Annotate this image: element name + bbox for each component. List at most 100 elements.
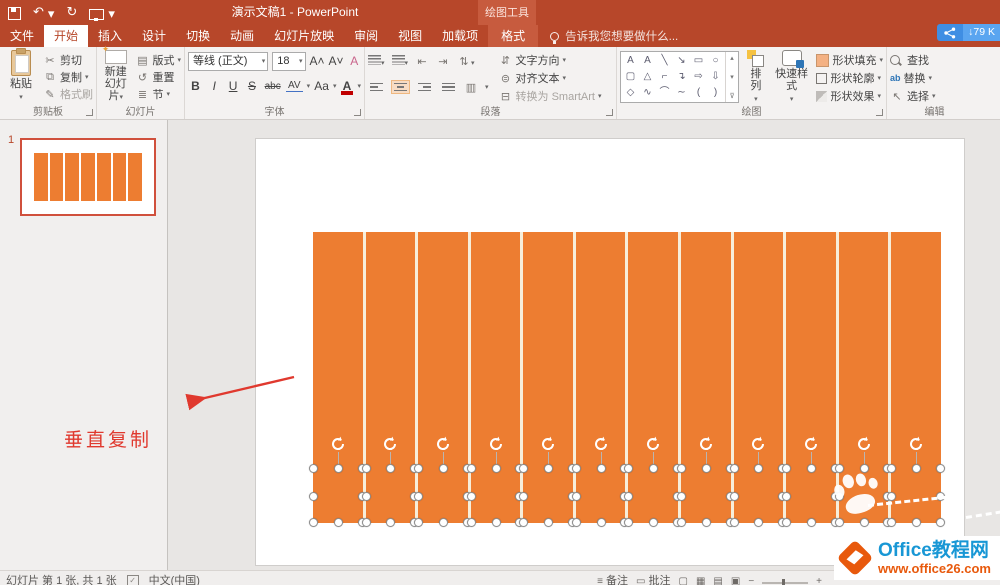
italic-button[interactable]: I <box>207 79 222 93</box>
resize-handle[interactable] <box>649 518 659 527</box>
selected-copy-rectangle[interactable] <box>624 464 683 527</box>
resize-handle[interactable] <box>361 518 371 527</box>
zoom-in-button[interactable]: + <box>816 572 822 585</box>
selected-copy-rectangle[interactable] <box>887 464 945 527</box>
rotate-handle-icon[interactable] <box>593 436 609 452</box>
resize-handle[interactable] <box>701 464 711 473</box>
resize-handle[interactable] <box>466 464 476 473</box>
shape-vertical-text-box[interactable]: A <box>639 53 656 69</box>
tall-orange-bar[interactable] <box>575 232 626 468</box>
rotate-handle-icon[interactable] <box>698 436 714 452</box>
resize-handle[interactable] <box>361 491 371 501</box>
tall-orange-bar[interactable] <box>786 232 836 468</box>
tall-orange-bar[interactable] <box>523 232 573 468</box>
shape-right-bracket[interactable]: ) <box>707 85 724 101</box>
align-left-button[interactable] <box>368 81 385 93</box>
resize-handle[interactable] <box>782 518 792 527</box>
resize-handle[interactable] <box>729 518 739 527</box>
slideshow-view-icon[interactable]: ▣ <box>731 572 740 585</box>
underline-button[interactable]: U <box>226 79 241 93</box>
tall-orange-bar[interactable] <box>891 232 941 468</box>
resize-handle[interactable] <box>754 518 764 527</box>
shape-rounded-rectangle[interactable]: ▢ <box>622 69 639 85</box>
shape-gallery-scroll[interactable]: ▴ ▾ ⊽ <box>725 52 738 102</box>
tell-me-box[interactable]: 告诉我您想要做什么... <box>550 25 678 47</box>
resize-handle[interactable] <box>935 464 945 473</box>
shape-line[interactable]: ╲ <box>656 53 673 69</box>
grow-font-button[interactable]: A˄ <box>310 54 325 68</box>
resize-handle[interactable] <box>466 518 476 527</box>
reset-button[interactable]: ↺ 重置 <box>135 69 181 85</box>
slide-1-thumbnail[interactable] <box>20 138 156 216</box>
align-text-button[interactable]: ⊜ 对齐文本 ▾ <box>499 70 602 86</box>
ribbon-tab-view[interactable]: 视图 <box>388 25 432 47</box>
selected-copy-rectangle[interactable] <box>571 464 630 527</box>
resize-handle[interactable] <box>309 518 318 527</box>
resize-handle[interactable] <box>414 464 424 473</box>
resize-handle[interactable] <box>333 464 343 473</box>
resize-handle[interactable] <box>624 518 634 527</box>
shrink-font-button[interactable]: A˅ <box>329 54 344 68</box>
ribbon-tab-animations[interactable]: 动画 <box>220 25 264 47</box>
resize-handle[interactable] <box>414 491 424 501</box>
selected-copy-rectangle[interactable] <box>729 464 788 527</box>
shape-elbow-arrow-connector[interactable]: ↴ <box>673 69 690 85</box>
cut-button[interactable]: ✂ 剪切 <box>43 52 93 68</box>
resize-handle[interactable] <box>729 491 739 501</box>
ribbon-tab-review[interactable]: 审阅 <box>344 25 388 47</box>
resize-handle[interactable] <box>361 464 371 473</box>
clear-formatting-button[interactable]: A <box>348 54 361 68</box>
resize-handle[interactable] <box>782 491 792 501</box>
resize-handle[interactable] <box>571 491 581 501</box>
convert-smartart-button[interactable]: ⊟ 转换为 SmartArt ▾ <box>499 88 602 104</box>
zoom-out-button[interactable]: − <box>748 572 754 585</box>
selected-copy-rectangle[interactable] <box>519 464 577 527</box>
slide-sorter-view-icon[interactable]: ▦ <box>696 572 705 585</box>
copy-button[interactable]: ⧉ 复制 ▾ <box>43 69 93 85</box>
resize-handle[interactable] <box>333 518 343 527</box>
change-case-button[interactable]: Aa <box>314 79 329 93</box>
resize-handle[interactable] <box>624 491 634 501</box>
shape-arc[interactable]: ⌒ <box>656 85 673 101</box>
resize-handle[interactable] <box>887 518 897 527</box>
layout-button[interactable]: ▤ 版式 ▾ <box>135 52 181 68</box>
selected-copy-rectangle[interactable] <box>466 464 525 527</box>
rotate-handle-icon[interactable] <box>382 436 398 452</box>
increase-indent-button[interactable]: ⇥ <box>436 55 450 68</box>
shape-scribble[interactable]: ∿ <box>639 85 656 101</box>
resize-handle[interactable] <box>806 518 816 527</box>
ribbon-tab-insert[interactable]: 插入 <box>88 25 132 47</box>
ribbon-tab-format[interactable]: 格式 <box>488 25 539 47</box>
rotate-handle-icon[interactable] <box>540 436 556 452</box>
resize-handle[interactable] <box>466 491 476 501</box>
resize-handle[interactable] <box>438 518 448 527</box>
resize-handle[interactable] <box>912 464 922 473</box>
justify-button[interactable] <box>440 81 457 93</box>
rotate-handle-icon[interactable] <box>908 436 924 452</box>
resize-handle[interactable] <box>491 518 501 527</box>
shape-oval[interactable]: ○ <box>707 53 724 69</box>
resize-handle[interactable] <box>544 518 554 527</box>
line-spacing-button[interactable]: ⇅ ▾ <box>457 52 474 70</box>
resize-handle[interactable] <box>624 464 634 473</box>
font-color-button[interactable]: A <box>340 79 354 95</box>
selected-copy-rectangle[interactable] <box>309 464 367 527</box>
tall-orange-bar[interactable] <box>313 232 363 468</box>
shape-rectangle[interactable]: ▭ <box>690 53 707 69</box>
ribbon-tab-slideshow[interactable]: 幻灯片放映 <box>264 25 344 47</box>
selected-copy-rectangle[interactable] <box>414 464 472 527</box>
resize-handle[interactable] <box>677 464 687 473</box>
numbering-button[interactable]: ▾ <box>391 52 408 70</box>
selected-copy-rectangle[interactable] <box>782 464 840 527</box>
resize-handle[interactable] <box>571 464 581 473</box>
network-speed-badge[interactable]: ↓79 K <box>937 24 1000 41</box>
replace-button[interactable]: ab 替换 ▾ <box>890 70 979 86</box>
align-center-button[interactable] <box>391 79 410 95</box>
text-shadow-button[interactable]: S <box>245 79 260 93</box>
resize-handle[interactable] <box>912 518 922 527</box>
selected-copy-rectangle[interactable] <box>361 464 420 527</box>
selected-copy-rectangle[interactable] <box>677 464 735 527</box>
resize-handle[interactable] <box>519 491 529 501</box>
tall-orange-bar[interactable] <box>470 232 521 468</box>
resize-handle[interactable] <box>834 464 844 473</box>
